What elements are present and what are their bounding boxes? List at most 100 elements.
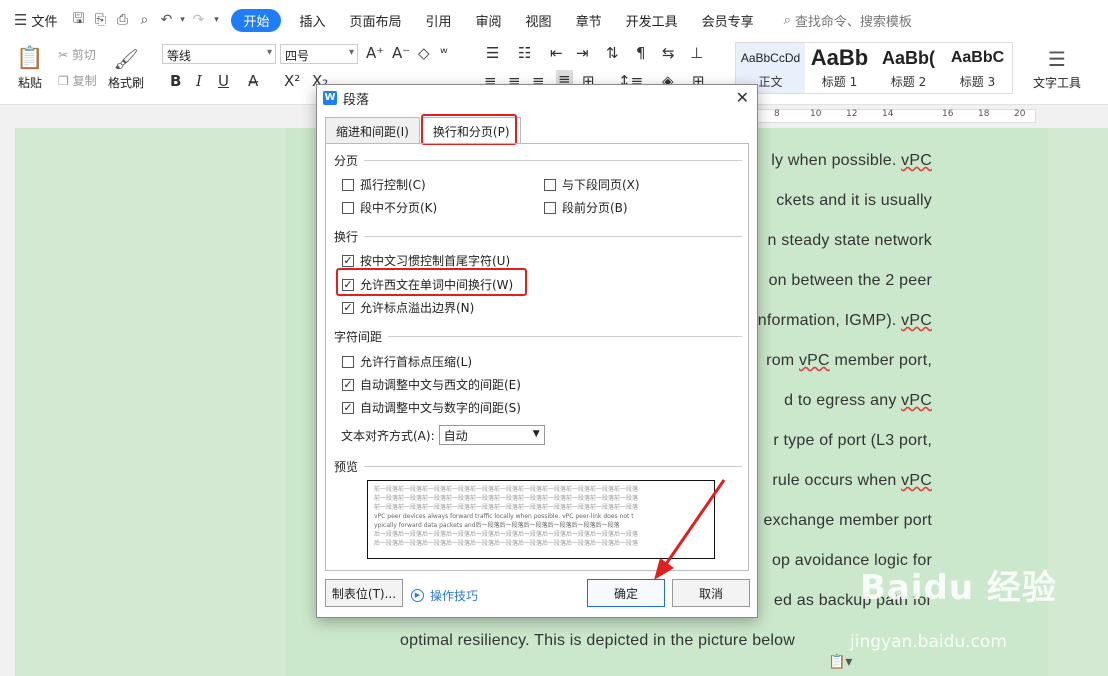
document-text: member port,: [829, 352, 932, 369]
cut-label: 剪切: [71, 48, 96, 62]
print-icon[interactable]: ⎙: [111, 12, 133, 28]
command-search[interactable]: ⌕ 查找命令、搜索模板: [774, 0, 922, 40]
checkbox-hanging-punctuation[interactable]: 允许标点溢出边界(N): [342, 299, 474, 316]
dialog-title: 段落: [343, 92, 370, 108]
divider: [364, 466, 742, 467]
sort-icon[interactable]: ⇅: [606, 44, 619, 62]
tab-view[interactable]: 视图: [516, 0, 562, 40]
checkbox-keep-lines-together[interactable]: 段中不分页(K): [342, 199, 437, 216]
checkbox-box: [342, 201, 354, 214]
tab-home[interactable]: 开始: [231, 8, 282, 32]
grow-font-icon[interactable]: A⁺: [366, 44, 384, 62]
checkbox-label: 段中不分页(K): [360, 201, 438, 215]
preview-line: vPC peer devices always forward traffic …: [374, 513, 634, 520]
checkbox-auto-space-latin[interactable]: 自动调整中文与西文的间距(E): [342, 376, 521, 393]
numbering-icon[interactable]: ☷: [518, 44, 531, 62]
watermark-url: jingyan.baidu.com: [850, 632, 1007, 652]
show-marks-icon[interactable]: ¶: [636, 44, 646, 62]
preview-line: 后一段落后一段落后一段落后一段落后一段落后一段落后一段落后一段落后一段落后一段落…: [374, 531, 639, 538]
increase-indent-icon[interactable]: ⇥: [576, 44, 589, 62]
tab-page-layout[interactable]: 页面布局: [336, 0, 416, 40]
checkbox-auto-space-numbers[interactable]: 自动调整中文与数字的间距(S): [342, 399, 521, 416]
shrink-font-icon[interactable]: A⁻: [392, 44, 410, 62]
command-search-label: 查找命令、搜索模板: [794, 14, 912, 30]
group-preview-label: 预览: [334, 460, 359, 474]
style-heading-1-sample: AaBb: [810, 45, 869, 70]
vertical-ruler[interactable]: [0, 128, 16, 676]
tab-references[interactable]: 引用: [416, 0, 462, 40]
text-alignment-select[interactable]: 自动: [438, 425, 545, 445]
tab-stops-icon[interactable]: ⊥: [690, 44, 703, 62]
copy-icon: ❐: [58, 74, 73, 88]
tips-link[interactable]: ▶ 操作技巧: [411, 587, 478, 604]
tab-developer[interactable]: 开发工具: [616, 0, 688, 40]
font-size-select[interactable]: 四号: [280, 44, 358, 64]
file-menu[interactable]: ☰ 文件: [0, 0, 67, 40]
checkbox-widow-control[interactable]: 孤行控制(C): [342, 176, 426, 193]
style-heading-1[interactable]: AaBb 标题 1: [805, 43, 874, 93]
ruler-mark: 12: [846, 109, 858, 119]
group-line-break: 换行: [334, 228, 742, 245]
save-icon[interactable]: 🖫: [67, 8, 89, 32]
checkbox-page-break-before[interactable]: 段前分页(B): [544, 199, 628, 216]
preview-line: 前一段落前一段落前一段落前一段落前一段落前一段落前一段落前一段落前一段落前一段落…: [374, 486, 639, 493]
cut-button[interactable]: ✂ 剪切: [58, 46, 96, 63]
text-tools-button[interactable]: ☰ 文字工具: [1022, 44, 1092, 91]
ok-button[interactable]: 确定: [587, 579, 665, 607]
tab-section[interactable]: 章节: [562, 0, 616, 40]
ruler-mark: 14: [882, 109, 894, 119]
ruler-band: [756, 109, 1036, 123]
style-normal-name: 正文: [758, 75, 783, 89]
format-painter-button[interactable]: 🖌 格式刷: [108, 44, 144, 91]
document-line: r type of port (L3 port,: [773, 432, 932, 449]
checkbox-chinese-line-rules[interactable]: 按中文习惯控制首尾字符(U): [342, 252, 510, 269]
undo-icon[interactable]: ↶: [155, 12, 177, 28]
tab-insert[interactable]: 插入: [289, 0, 335, 40]
style-gallery: AaBbCcDd 正文 AaBb 标题 1 AaBb( 标题 2 AaBbC 标…: [735, 42, 1013, 94]
strikethrough-icon[interactable]: A̶: [248, 72, 258, 90]
spellcheck-word: vPC: [901, 152, 932, 169]
underline-icon[interactable]: U: [218, 72, 229, 90]
text-direction-icon[interactable]: ⇆: [662, 44, 675, 62]
preview-line: 前一段落前一段落前一段落前一段落前一段落前一段落前一段落前一段落前一段落前一段落…: [374, 495, 639, 502]
redo-icon[interactable]: ↷: [187, 12, 209, 28]
decrease-indent-icon[interactable]: ⇤: [550, 44, 563, 62]
tab-review[interactable]: 审阅: [462, 0, 516, 40]
checkbox-compress-punctuation[interactable]: 允许行首标点压缩(L): [342, 353, 472, 370]
checkbox-keep-with-next[interactable]: 与下段同页(X): [544, 176, 640, 193]
paste-options-icon[interactable]: 📋▾: [828, 654, 852, 670]
checkbox-label: 段前分页(B): [562, 201, 628, 215]
document-text: rule occurs when: [772, 472, 902, 489]
bullets-icon[interactable]: ☰: [486, 44, 499, 62]
export-icon[interactable]: ⎘: [89, 12, 111, 28]
tab-indent-spacing[interactable]: 缩进和间距(I): [325, 117, 420, 143]
clear-format-icon[interactable]: ◇: [418, 44, 430, 62]
spellcheck-word: vPC: [798, 352, 830, 369]
close-icon[interactable]: ✕: [736, 88, 749, 107]
phonetic-icon[interactable]: ʷ: [440, 44, 448, 62]
wps-writer-icon: W: [323, 91, 337, 105]
clipboard-icon: 📋: [16, 46, 44, 71]
cancel-button[interactable]: 取消: [672, 579, 750, 607]
paste-button[interactable]: 📋 粘贴: [10, 44, 50, 91]
more-icon[interactable]: ▾: [209, 15, 223, 25]
font-family-select[interactable]: 等线: [162, 44, 276, 64]
text-alignment-label: 文本对齐方式(A):: [341, 428, 435, 443]
hamburger-icon: ☰: [14, 11, 28, 29]
italic-icon[interactable]: I: [196, 72, 202, 90]
tab-stops-button[interactable]: 制表位(T)...: [325, 579, 403, 607]
dialog-titlebar[interactable]: W 段落: [317, 85, 757, 111]
style-heading-3-name: 标题 3: [959, 75, 996, 89]
superscript-icon[interactable]: X²: [284, 72, 300, 90]
style-heading-3[interactable]: AaBbC 标题 3: [943, 43, 1012, 93]
play-icon: ▶: [411, 589, 424, 602]
style-heading-2[interactable]: AaBb( 标题 2: [874, 43, 943, 93]
undo-dropdown-icon[interactable]: ▾: [177, 15, 187, 25]
tab-member[interactable]: 会员专享: [688, 0, 768, 40]
group-pagination: 分页: [334, 152, 742, 169]
copy-button[interactable]: ❐ 复制: [58, 72, 97, 89]
style-heading-1-name: 标题 1: [821, 75, 858, 89]
document-line: ly when possible. vPC: [771, 152, 932, 170]
print-preview-icon[interactable]: ⌕: [133, 12, 155, 28]
bold-icon[interactable]: B: [170, 72, 181, 90]
